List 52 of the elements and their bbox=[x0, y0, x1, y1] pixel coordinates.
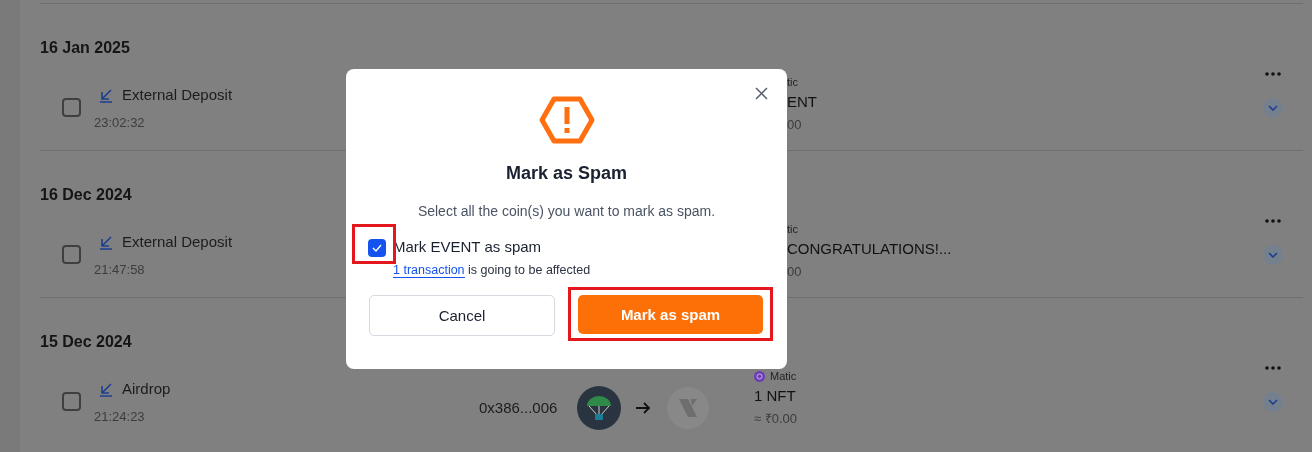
arrow-right-icon bbox=[635, 401, 652, 415]
x-icon bbox=[755, 87, 768, 100]
transaction-time: 21:47:58 bbox=[94, 260, 145, 279]
transaction-time: 21:24:23 bbox=[94, 407, 145, 426]
fiat-value: 00 bbox=[787, 262, 803, 281]
check-icon bbox=[372, 244, 382, 252]
date-heading: 15 Dec 2024 bbox=[40, 332, 132, 352]
expand-button[interactable] bbox=[1263, 392, 1283, 412]
chevron-down-icon bbox=[1268, 399, 1278, 405]
more-options-button[interactable] bbox=[1265, 366, 1281, 370]
cancel-button[interactable]: Cancel bbox=[369, 295, 555, 337]
coin-amount: ENT bbox=[787, 91, 818, 112]
date-heading: 16 Dec 2024 bbox=[40, 185, 132, 205]
ellipsis-icon bbox=[1265, 219, 1281, 223]
ellipsis-icon bbox=[1265, 366, 1281, 370]
arrow-down-left-icon bbox=[98, 234, 114, 251]
chevron-down-icon bbox=[1268, 252, 1278, 258]
network-name: Matic bbox=[770, 369, 797, 384]
coin-amount: CONGRATULATIONS!... bbox=[787, 238, 953, 259]
ellipsis-icon bbox=[1265, 72, 1281, 76]
network-name: tic bbox=[787, 75, 798, 90]
checkbox[interactable] bbox=[62, 245, 81, 264]
transaction-type: External Deposit bbox=[122, 232, 233, 252]
date-heading: 16 Jan 2025 bbox=[40, 38, 130, 58]
chevron-down-icon bbox=[1268, 105, 1278, 111]
x-logo-avatar-icon bbox=[667, 387, 710, 429]
close-icon[interactable] bbox=[755, 87, 768, 100]
expand-button[interactable] bbox=[1263, 245, 1283, 265]
arrow-down-left-icon bbox=[98, 87, 114, 104]
more-options-button[interactable] bbox=[1265, 219, 1281, 223]
matic-coin-icon bbox=[754, 370, 765, 382]
transaction-type: External Deposit bbox=[122, 85, 233, 105]
wallet-address: 0x386...006 bbox=[479, 397, 558, 418]
transaction-type: Airdrop bbox=[122, 379, 171, 399]
checkbox[interactable] bbox=[368, 239, 386, 257]
more-options-button[interactable] bbox=[1265, 72, 1281, 76]
checkbox[interactable] bbox=[62, 392, 81, 411]
checkbox[interactable] bbox=[62, 98, 81, 117]
parachute-avatar-icon bbox=[577, 386, 622, 430]
network-name: tic bbox=[787, 222, 798, 237]
highlight-frame bbox=[352, 224, 396, 264]
affected-note: 1 transaction is going to be affected bbox=[393, 261, 591, 280]
warning-hexagon-icon bbox=[538, 96, 595, 144]
arrow-down-left-icon bbox=[98, 381, 114, 398]
dialog-title: Mark as Spam bbox=[505, 162, 628, 185]
fiat-value: ≈ ₹0.00 bbox=[754, 409, 799, 428]
dialog-subtitle: Select all the coin(s) you want to mark as spam. bbox=[417, 202, 716, 221]
fiat-value: 00 bbox=[787, 115, 803, 134]
expand-button[interactable] bbox=[1263, 98, 1283, 118]
transactions-link[interactable]: 1 transaction bbox=[393, 262, 465, 278]
coin-amount: 1 NFT bbox=[754, 385, 797, 406]
transaction-time: 23:02:32 bbox=[94, 113, 145, 132]
